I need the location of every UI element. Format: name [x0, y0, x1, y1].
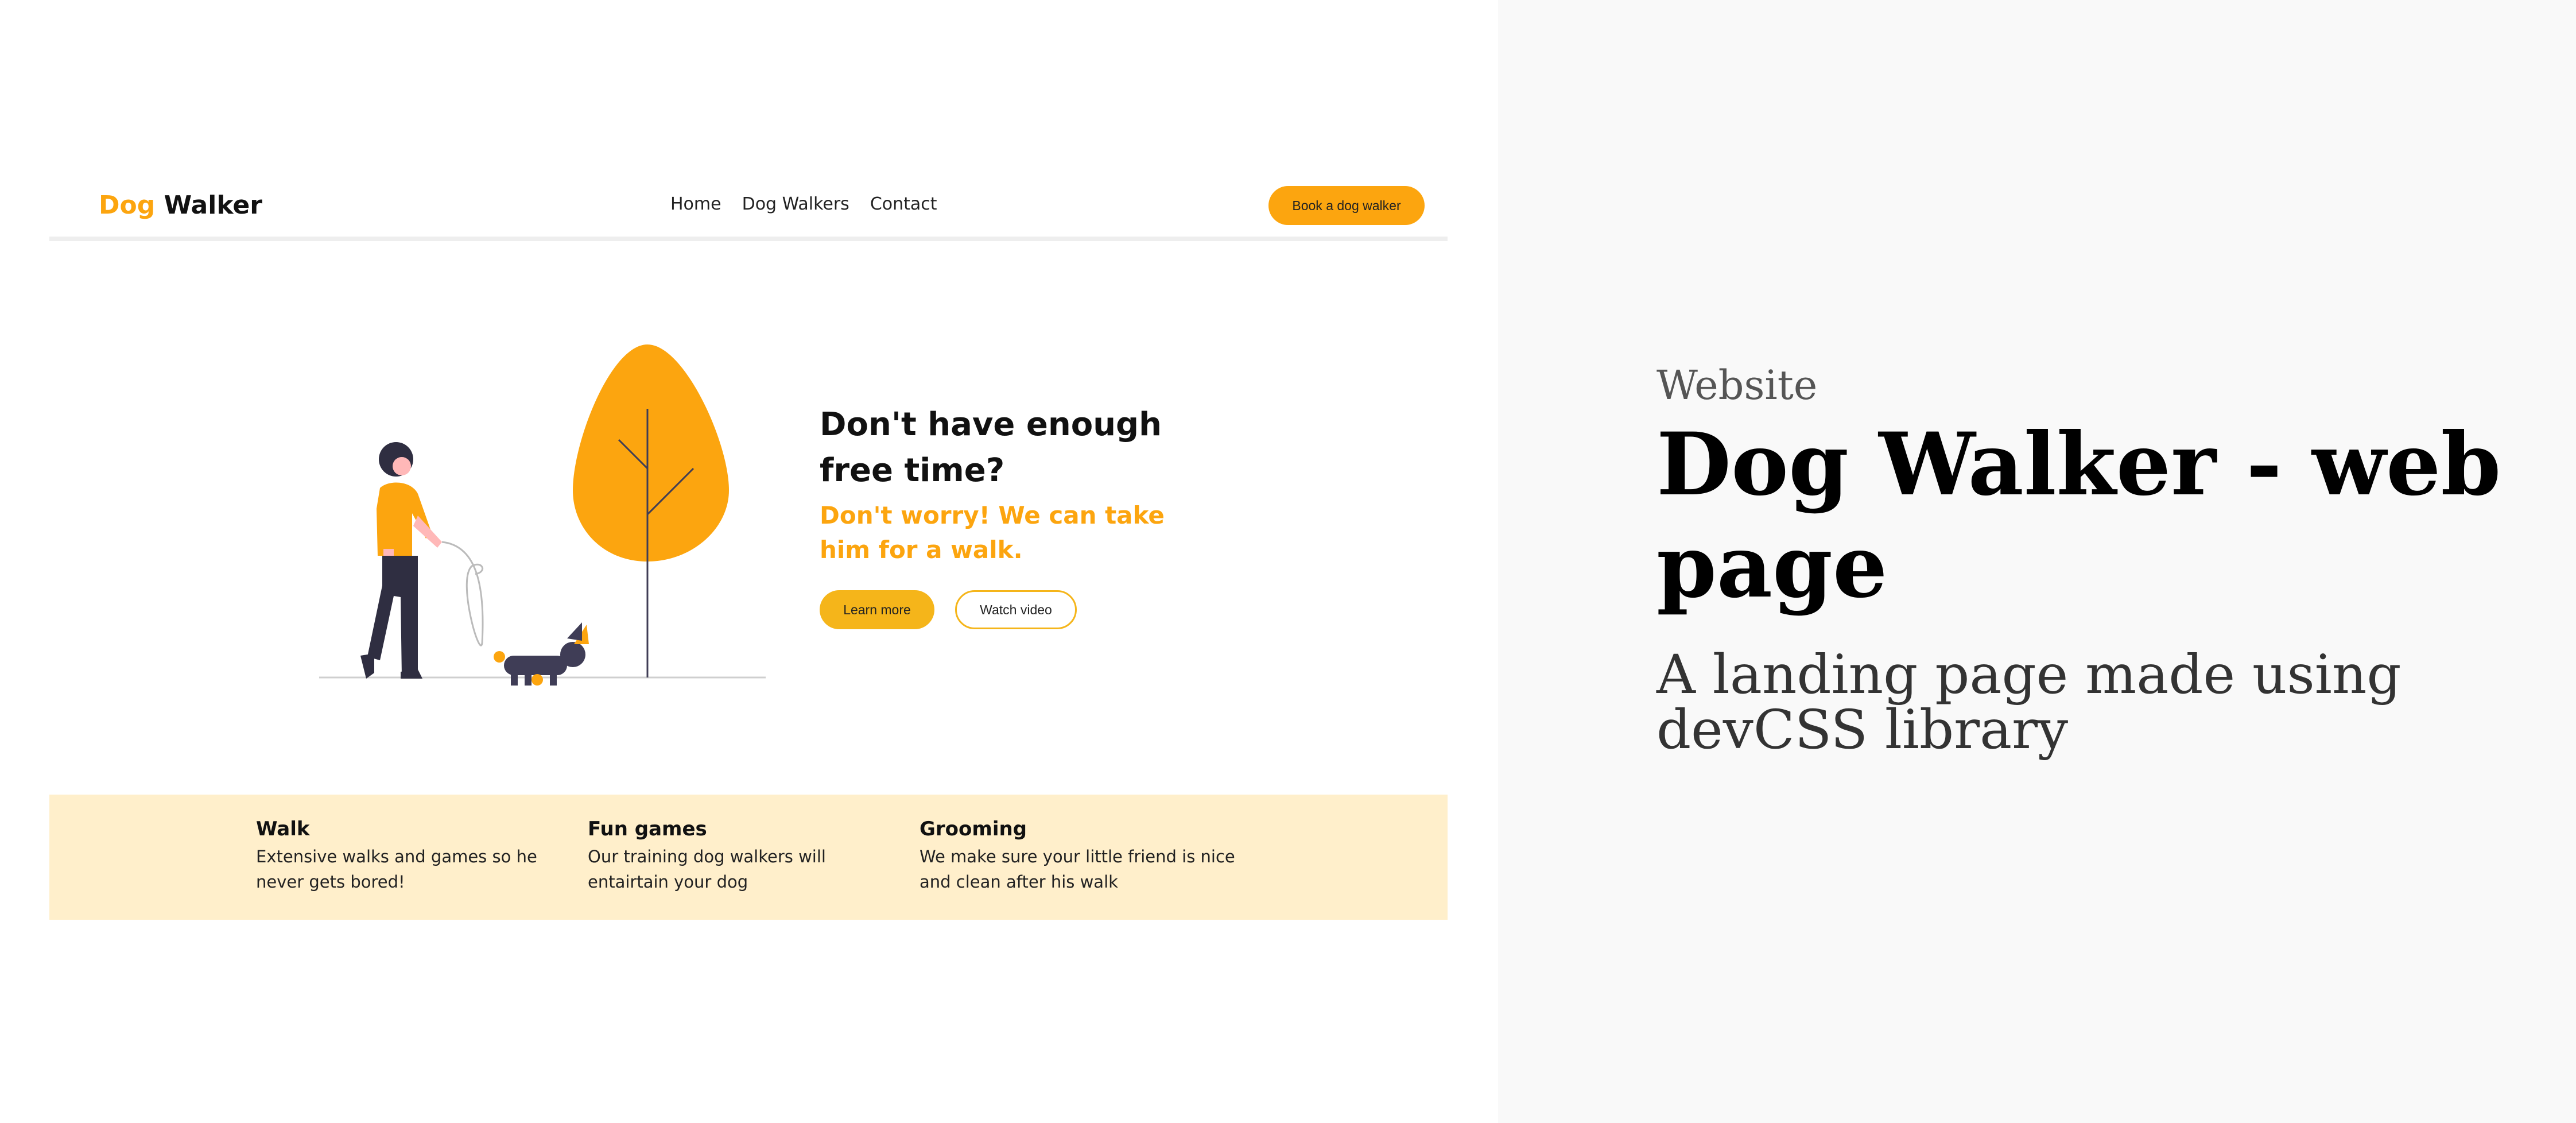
hero-title: Don't have enough free time? — [820, 406, 1162, 489]
site-logo[interactable]: Dog Walker — [99, 191, 262, 220]
leash — [441, 541, 484, 646]
navbar: Dog Walker Home Dog Walkers Contact Book… — [49, 172, 1448, 241]
project-category: Website — [1656, 362, 1818, 409]
feature-text: We make sure your little friend is nice … — [920, 847, 1235, 892]
watch-video-button[interactable]: Watch video — [955, 590, 1077, 629]
logo-accent-text: Dog — [99, 191, 156, 220]
preview-panel: Dog Walker Home Dog Walkers Contact Book… — [0, 0, 1498, 1123]
feature-grooming: Grooming We make sure your little friend… — [920, 818, 1241, 894]
hero-buttons: Learn more Watch video — [820, 590, 1187, 629]
features-band: Walk Extensive walks and games so he nev… — [49, 795, 1448, 920]
feature-walk: Walk Extensive walks and games so he nev… — [256, 818, 577, 894]
project-info: Website Dog Walker - web page A landing … — [1656, 362, 2552, 758]
logo-text: Walker — [164, 191, 262, 220]
book-dog-walker-button[interactable]: Book a dog walker — [1268, 186, 1425, 225]
project-description: A landing page made using devCSS library — [1656, 644, 2402, 761]
nav-link-dog-walkers[interactable]: Dog Walkers — [742, 194, 849, 214]
feature-title: Fun games — [588, 818, 707, 841]
project-info-panel: Website Dog Walker - web page A landing … — [1498, 0, 2576, 1123]
person-illustration — [360, 442, 442, 679]
learn-more-button[interactable]: Learn more — [820, 590, 934, 629]
hero-section: Don't have enough free time? Don't worry… — [820, 402, 1187, 629]
dog-illustration — [494, 622, 589, 686]
nav-links: Home Dog Walkers Contact — [670, 194, 937, 214]
tree-illustration — [573, 344, 729, 677]
nav-link-home[interactable]: Home — [670, 194, 721, 214]
project-title: Dog Walker - web page — [1656, 414, 2501, 617]
dog-walking-illustration — [319, 344, 766, 686]
website-preview: Dog Walker Home Dog Walkers Contact Book… — [49, 172, 1448, 920]
feature-text: Extensive walks and games so he never ge… — [256, 847, 537, 892]
hero-subtitle: Don't worry! We can take him for a walk. — [820, 501, 1165, 564]
feature-title: Grooming — [920, 818, 1027, 841]
feature-text: Our training dog walkers will entairtain… — [588, 847, 826, 892]
feature-title: Walk — [256, 818, 310, 841]
feature-fun-games: Fun games Our training dog walkers will … — [588, 818, 909, 894]
nav-link-contact[interactable]: Contact — [870, 194, 937, 214]
